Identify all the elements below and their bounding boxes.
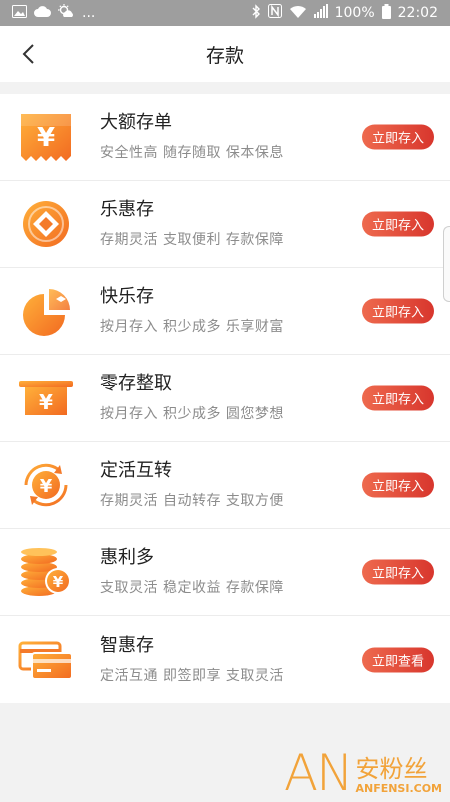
- scroll-indicator[interactable]: [443, 226, 450, 302]
- view-button[interactable]: 立即查看: [362, 647, 434, 672]
- product-item-huiliduo[interactable]: ¥ 惠利多 支取灵活 稳定收益 存款保障 立即存入: [0, 529, 450, 616]
- watermark-en: ANFENSI.COM: [355, 782, 442, 795]
- watermark-logo: AN 安粉丝 ANFENSI.COM: [283, 744, 442, 802]
- product-list: ¥ 大额存单 安全性高 随存随取 保本保息 立即存入 乐惠存 存期灵活 支取便利…: [0, 94, 450, 703]
- deposit-button[interactable]: 立即存入: [362, 385, 434, 411]
- deposit-button[interactable]: 立即存入: [362, 559, 434, 585]
- battery-percent: 100%: [334, 5, 375, 21]
- svg-text:¥: ¥: [40, 476, 53, 497]
- status-ellipsis: ...: [82, 5, 96, 21]
- wifi-icon: [289, 4, 307, 22]
- cards-icon: [14, 635, 78, 685]
- bluetooth-icon: [251, 3, 261, 23]
- coin-stack-icon: ¥: [14, 547, 78, 597]
- cloud-icon: [34, 5, 51, 22]
- signal-icon: [313, 4, 328, 22]
- image-icon: [12, 4, 27, 22]
- header: 存款: [0, 26, 450, 82]
- weather-icon: [58, 4, 75, 22]
- back-button[interactable]: [14, 40, 42, 68]
- product-item-large-deposit[interactable]: ¥ 大额存单 安全性高 随存随取 保本保息 立即存入: [0, 94, 450, 181]
- product-item-lingcunzhengqu[interactable]: ¥ 零存整取 按月存入 积少成多 圆您梦想 立即存入: [0, 355, 450, 442]
- certificate-yen-icon: ¥: [14, 112, 78, 162]
- product-item-kuailecun[interactable]: 快乐存 按月存入 积少成多 乐享财富 立即存入: [0, 268, 450, 355]
- deposit-button[interactable]: 立即存入: [362, 124, 434, 150]
- coin-diamond-icon: [14, 199, 78, 249]
- svg-text:¥: ¥: [39, 390, 53, 414]
- battery-icon: [381, 3, 391, 23]
- product-item-dinghuohuzhuan[interactable]: ¥ 定活互转 存期灵活 自动转存 支取方便 立即存入: [0, 442, 450, 529]
- pie-chart-icon: [14, 286, 78, 336]
- svg-text:¥: ¥: [53, 573, 64, 591]
- product-item-lehuicun[interactable]: 乐惠存 存期灵活 支取便利 存款保障 立即存入: [0, 181, 450, 268]
- product-item-zhihuicun[interactable]: 智惠存 定活互通 即签即享 支取灵活 立即查看: [0, 616, 450, 703]
- deposit-button[interactable]: 立即存入: [362, 298, 434, 324]
- status-bar: ... 100% 22:02: [0, 0, 450, 26]
- nfc-icon: [267, 4, 282, 22]
- yen-exchange-icon: ¥: [14, 460, 78, 510]
- svg-text:¥: ¥: [37, 123, 55, 153]
- chevron-left-icon: [22, 44, 34, 64]
- status-time: 22:02: [397, 5, 438, 21]
- deposit-button[interactable]: 立即存入: [362, 472, 434, 498]
- atm-yen-icon: ¥: [14, 373, 78, 423]
- watermark-cn: 安粉丝: [355, 755, 428, 783]
- watermark-an: AN: [283, 744, 354, 802]
- deposit-button[interactable]: 立即存入: [362, 211, 434, 237]
- page-title: 存款: [205, 44, 244, 67]
